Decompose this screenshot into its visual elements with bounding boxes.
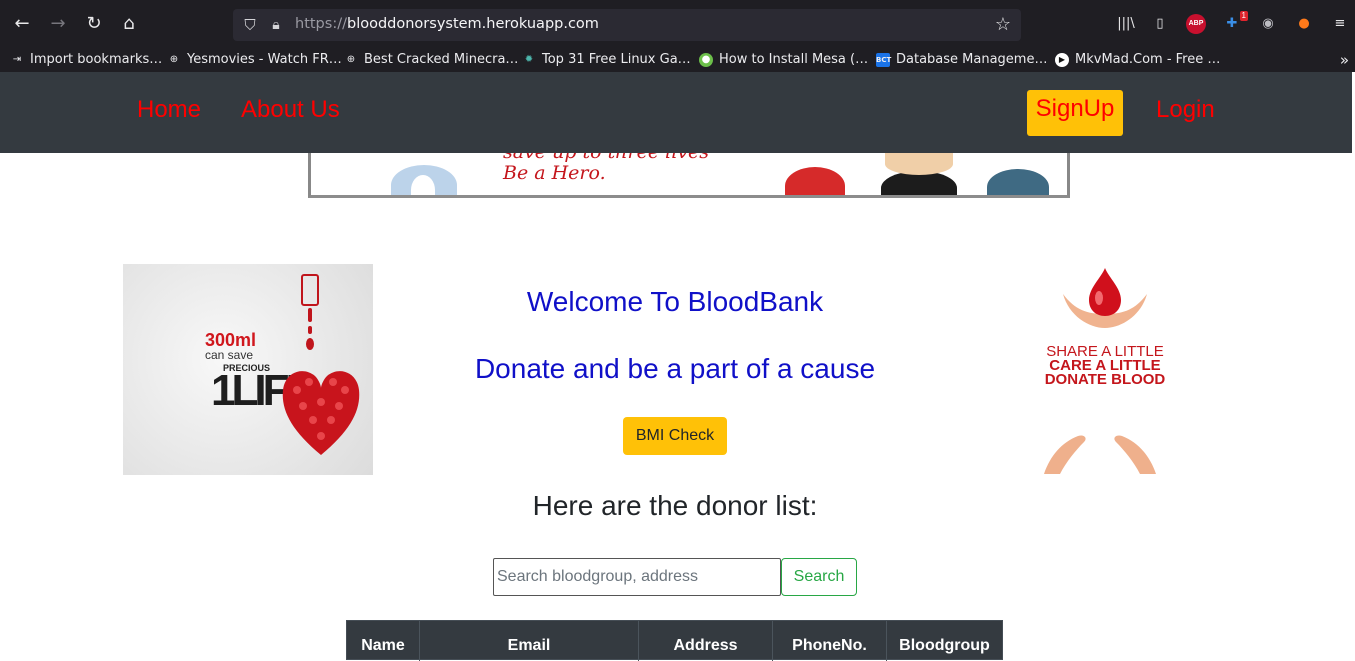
- banner-person: [987, 169, 1049, 195]
- site-icon: ●: [699, 53, 713, 67]
- blood-bag-icon: [301, 274, 319, 306]
- nav-about-link[interactable]: About Us: [241, 96, 340, 124]
- banner-text: Be a Hero.: [503, 162, 606, 184]
- bookmark-item[interactable]: ⇥ Import bookmarks…: [10, 51, 162, 69]
- donate-blood-poster: SHARE A LITTLE CARE A LITTLE DONATE BLOO…: [1010, 264, 1200, 475]
- open-hands-icon: [1044, 435, 1156, 474]
- banner-person: [785, 167, 845, 195]
- bookmark-item[interactable]: ✹ Top 31 Free Linux Ga…: [522, 51, 691, 69]
- globe-icon: ⊕: [169, 54, 179, 65]
- globe-icon: ⊕: [346, 54, 356, 65]
- lock-icon[interactable]: 🔒︎: [267, 15, 285, 35]
- home-icon[interactable]: ⌂: [117, 12, 141, 36]
- search-button[interactable]: Search: [781, 558, 857, 596]
- poster-text: DONATE BLOOD: [1044, 371, 1166, 388]
- extension-icon[interactable]: ●: [1294, 14, 1314, 34]
- browser-toolbar: ← → ↻ ⌂ ⛉ 🔒︎ https://blooddonorsystem.he…: [0, 0, 1355, 48]
- shield-icon[interactable]: ⛉: [241, 15, 259, 35]
- donor-list-heading: Here are the donor list:: [532, 490, 818, 521]
- import-icon: ⇥: [12, 54, 22, 65]
- blood-drop-icon: [306, 338, 314, 350]
- banner-person: [881, 171, 957, 195]
- site-icon: ▶: [1055, 53, 1069, 67]
- forward-icon[interactable]: →: [46, 12, 70, 36]
- column-header-email[interactable]: Email: [420, 621, 639, 661]
- nav-login-link[interactable]: Login: [1156, 96, 1215, 124]
- heart-icon: [282, 371, 360, 455]
- bmi-check-button[interactable]: BMI Check: [623, 417, 727, 455]
- library-icon[interactable]: |||\: [1116, 14, 1136, 34]
- extension-icon[interactable]: ◉: [1258, 14, 1278, 34]
- extension-icon[interactable]: ✚ 1: [1222, 11, 1248, 34]
- blood-donation-poster: 300ml can save PRECIOUS 1LIFE: [123, 264, 373, 475]
- site-icon: BCT: [876, 53, 891, 67]
- extension-badge: 1: [1239, 11, 1248, 21]
- donor-table-header: Name Email Address PhoneNo. Bloodgroup: [346, 620, 1003, 661]
- site-navbar: Home About Us SignUp Login: [0, 72, 1352, 153]
- column-header-name[interactable]: Name: [347, 621, 420, 661]
- hero-banner: save up to three lives Be a Hero.: [308, 153, 1070, 198]
- banner-person: [885, 153, 953, 175]
- bookmark-item[interactable]: ● How to Install Mesa (…: [699, 51, 868, 69]
- url-bar[interactable]: ⛉ 🔒︎ https://blooddonorsystem.herokuapp.…: [233, 9, 1021, 41]
- hands-blood-drop-icon: [1063, 268, 1147, 328]
- blood-drop-icon: [308, 326, 312, 334]
- bookmark-item[interactable]: ⊕ Yesmovies - Watch FR…: [167, 51, 342, 69]
- bookmarks-overflow-icon[interactable]: »: [1340, 51, 1349, 69]
- sidebar-icon[interactable]: ▯: [1150, 14, 1170, 34]
- bookmarks-bar: ⇥ Import bookmarks… ⊕ Yesmovies - Watch FR…: [0, 48, 1355, 72]
- bookmark-item[interactable]: ▶ MkvMad.Com - Free …: [1055, 51, 1220, 69]
- bookmark-item[interactable]: BCT Database Manageme…: [876, 51, 1047, 69]
- welcome-heading: Welcome To BloodBank: [526, 286, 824, 317]
- nav-home-link[interactable]: Home: [137, 96, 201, 124]
- column-header-phone[interactable]: PhoneNo.: [773, 621, 887, 661]
- signup-button[interactable]: SignUp: [1027, 90, 1123, 136]
- search-input[interactable]: Search bloodgroup, address: [493, 558, 781, 596]
- star-icon[interactable]: ☆: [991, 13, 1015, 37]
- adblock-icon[interactable]: ABP: [1186, 14, 1206, 34]
- menu-icon[interactable]: ≡: [1330, 14, 1350, 34]
- bookmark-item[interactable]: ⊕ Best Cracked Minecra…: [344, 51, 519, 69]
- column-header-address[interactable]: Address: [639, 621, 773, 661]
- back-icon[interactable]: ←: [10, 12, 34, 36]
- reload-icon[interactable]: ↻: [82, 12, 106, 36]
- banner-person: [411, 175, 435, 195]
- column-header-bloodgroup[interactable]: Bloodgroup: [887, 621, 1002, 661]
- blood-drop-icon: [308, 308, 312, 322]
- site-icon: ✹: [524, 54, 534, 65]
- poster-can-save: can save: [205, 348, 254, 362]
- tagline-heading: Donate and be a part of a cause: [474, 353, 876, 384]
- url-text[interactable]: https://blooddonorsystem.herokuapp.com: [295, 16, 599, 32]
